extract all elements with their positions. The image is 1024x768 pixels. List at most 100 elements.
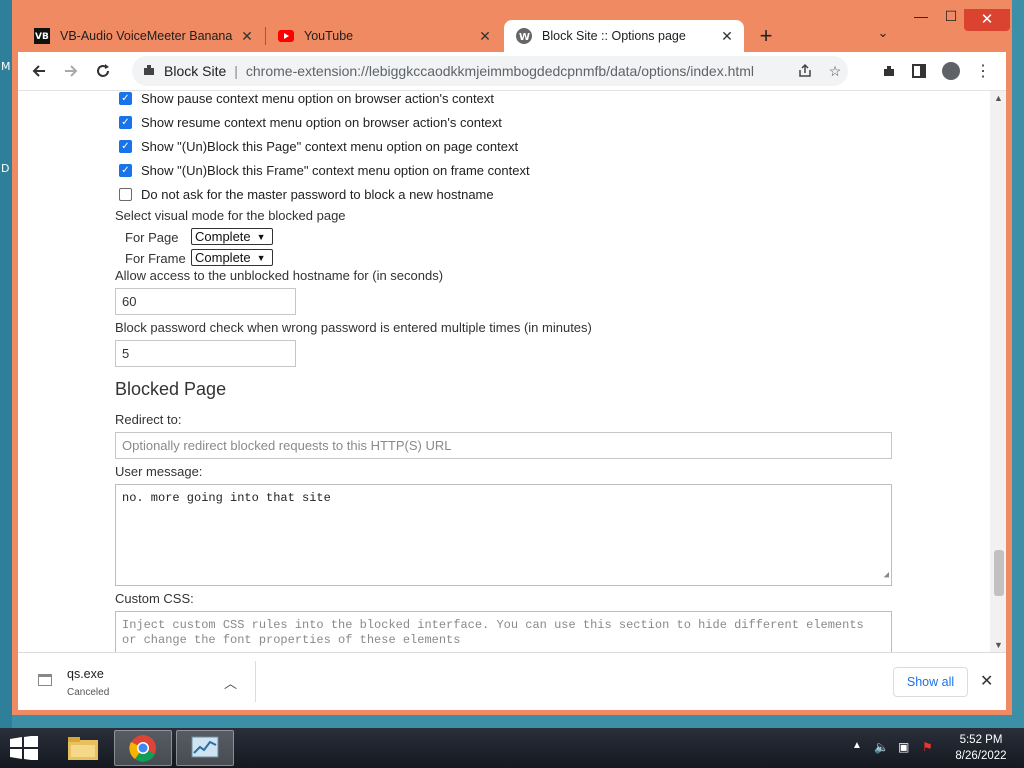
clock-date: 8/26/2022 bbox=[955, 750, 1007, 762]
option-label: Show pause context menu option on browse… bbox=[141, 91, 494, 106]
url-separator: | bbox=[234, 63, 238, 79]
window-close-button[interactable]: ✕ bbox=[964, 9, 1010, 31]
for-frame-select[interactable]: Complete ▼ bbox=[191, 249, 273, 266]
close-icon[interactable]: ✕ bbox=[238, 27, 256, 45]
extensions-icon[interactable] bbox=[876, 58, 902, 84]
option-no-master-password[interactable]: Do not ask for the master password to bl… bbox=[119, 187, 494, 202]
divider bbox=[255, 661, 256, 702]
close-icon[interactable]: ✕ bbox=[980, 671, 993, 691]
block-site-icon: W bbox=[516, 28, 532, 44]
chrome-icon[interactable] bbox=[114, 730, 172, 766]
tray-chevron-up-icon[interactable]: ▲ bbox=[852, 740, 862, 751]
download-status: Canceled bbox=[67, 687, 110, 698]
browser-toolbar: Block Site | chrome-extension://lebiggkc… bbox=[18, 52, 1006, 91]
allow-access-label: Allow access to the unblocked hostname f… bbox=[115, 268, 444, 283]
user-message-label: User message: bbox=[115, 464, 203, 479]
network-icon[interactable]: ▣ bbox=[898, 740, 909, 754]
new-tab-button[interactable]: + bbox=[752, 23, 780, 51]
volume-icon[interactable]: 🔈 bbox=[874, 740, 889, 754]
scrollbar[interactable]: ▲ ▼ bbox=[990, 91, 1006, 652]
action-center-flag-icon[interactable]: ⚑ bbox=[922, 740, 933, 754]
close-icon[interactable]: ✕ bbox=[476, 27, 494, 45]
windows-start-icon[interactable] bbox=[10, 735, 38, 761]
select-value: Complete bbox=[195, 250, 251, 265]
bookmark-star-icon[interactable]: ☆ bbox=[824, 60, 846, 82]
taskbar: ▲ 🔈 ▣ ⚑ 5:52 PM 8/26/2022 bbox=[0, 728, 1024, 768]
browser-window: VB VB-Audio VoiceMeeter Banana ✕ YouTube… bbox=[12, 0, 1012, 715]
task-manager-icon[interactable] bbox=[176, 730, 234, 766]
puzzle-icon bbox=[142, 63, 156, 80]
custom-css-label: Custom CSS: bbox=[115, 591, 194, 606]
download-shelf: qs.exe Canceled ︿ Show all ✕ bbox=[18, 652, 1006, 710]
tab-title: YouTube bbox=[304, 29, 354, 43]
file-explorer-icon[interactable] bbox=[54, 730, 112, 766]
option-resume-context[interactable]: ✓ Show resume context menu option on bro… bbox=[119, 115, 502, 130]
show-all-button[interactable]: Show all bbox=[893, 667, 968, 697]
system-clock[interactable]: 5:52 PM 8/26/2022 bbox=[944, 732, 1018, 764]
youtube-icon bbox=[278, 28, 294, 44]
tab-youtube[interactable]: YouTube ✕ bbox=[266, 20, 502, 52]
desktop-label: D bbox=[1, 162, 10, 175]
chevron-down-icon: ▼ bbox=[256, 252, 266, 263]
block-password-label: Block password check when wrong password… bbox=[115, 320, 592, 335]
block-password-input[interactable]: 5 bbox=[115, 340, 296, 367]
profile-avatar-icon[interactable] bbox=[938, 58, 964, 84]
tab-search-chevron-icon[interactable]: ⌄ bbox=[872, 25, 894, 47]
maximize-button[interactable]: ☐ bbox=[936, 8, 966, 34]
option-label: Show resume context menu option on brows… bbox=[141, 115, 502, 130]
user-message-textarea[interactable]: no. more going into that site ◢ bbox=[115, 484, 892, 586]
url-text: chrome-extension://lebiggkccaodkkmjeimmb… bbox=[245, 63, 755, 79]
option-label: Do not ask for the master password to bl… bbox=[141, 187, 494, 202]
minimize-button[interactable]: — bbox=[906, 8, 936, 34]
redirect-input[interactable]: Optionally redirect blocked requests to … bbox=[115, 432, 892, 459]
reload-icon[interactable] bbox=[90, 58, 116, 84]
svg-text:W: W bbox=[519, 32, 530, 43]
custom-css-textarea[interactable]: Inject custom CSS rules into the blocked… bbox=[115, 611, 892, 652]
for-frame-label: For Frame bbox=[125, 251, 186, 266]
scroll-down-arrow-icon[interactable]: ▼ bbox=[994, 640, 1003, 650]
vb-audio-icon: VB bbox=[34, 28, 50, 44]
chevron-up-icon[interactable]: ︿ bbox=[224, 673, 237, 692]
tab-block-site[interactable]: W Block Site :: Options page ✕ bbox=[504, 20, 744, 52]
back-arrow-icon[interactable] bbox=[26, 58, 52, 84]
exe-file-icon bbox=[38, 674, 52, 686]
tab-title: VB-Audio VoiceMeeter Banana bbox=[60, 29, 233, 43]
side-panel-icon[interactable] bbox=[906, 58, 932, 84]
resize-grip-icon[interactable]: ◢ bbox=[884, 568, 889, 583]
checkbox-checked[interactable]: ✓ bbox=[119, 116, 132, 129]
option-pause-context[interactable]: ✓ Show pause context menu option on brow… bbox=[119, 91, 494, 106]
option-label: Show "(Un)Block this Frame" context menu… bbox=[141, 163, 530, 178]
site-name: Block Site bbox=[164, 63, 227, 79]
tab-strip: VB VB-Audio VoiceMeeter Banana ✕ YouTube… bbox=[12, 0, 1012, 52]
svg-text:VB: VB bbox=[35, 32, 49, 42]
download-filename[interactable]: qs.exe bbox=[67, 667, 104, 681]
close-icon[interactable]: ✕ bbox=[718, 27, 736, 45]
checkbox-checked[interactable]: ✓ bbox=[119, 164, 132, 177]
blocked-page-heading: Blocked Page bbox=[115, 379, 227, 399]
menu-kebab-icon[interactable]: ⋮ bbox=[970, 58, 996, 84]
textarea-value: no. more going into that site bbox=[122, 491, 331, 505]
scroll-up-arrow-icon[interactable]: ▲ bbox=[994, 93, 1003, 103]
for-page-select[interactable]: Complete ▼ bbox=[191, 228, 273, 245]
forward-arrow-icon[interactable] bbox=[58, 58, 84, 84]
option-unblock-frame[interactable]: ✓ Show "(Un)Block this Frame" context me… bbox=[119, 163, 530, 178]
scrollbar-thumb[interactable] bbox=[994, 550, 1004, 596]
redirect-label: Redirect to: bbox=[115, 412, 182, 427]
options-page: ✓ Show pause context menu option on brow… bbox=[18, 91, 1006, 652]
checkbox-checked[interactable]: ✓ bbox=[119, 140, 132, 153]
checkbox-unchecked[interactable] bbox=[119, 188, 132, 201]
option-unblock-page[interactable]: ✓ Show "(Un)Block this Page" context men… bbox=[119, 139, 518, 154]
tab-title: Block Site :: Options page bbox=[542, 29, 686, 43]
allow-access-input[interactable]: 60 bbox=[115, 288, 296, 315]
share-icon[interactable] bbox=[794, 60, 816, 82]
chevron-down-icon: ▼ bbox=[256, 231, 266, 242]
desktop-edge: M D bbox=[0, 0, 12, 728]
desktop-label: M bbox=[1, 60, 11, 73]
for-page-label: For Page bbox=[125, 230, 179, 245]
clock-time: 5:52 PM bbox=[959, 734, 1003, 746]
checkbox-checked[interactable]: ✓ bbox=[119, 92, 132, 105]
tab-vb-audio[interactable]: VB VB-Audio VoiceMeeter Banana ✕ bbox=[22, 20, 264, 52]
address-bar[interactable]: Block Site | chrome-extension://lebiggkc… bbox=[132, 56, 848, 86]
visual-mode-label: Select visual mode for the blocked page bbox=[115, 208, 346, 223]
select-value: Complete bbox=[195, 229, 251, 244]
